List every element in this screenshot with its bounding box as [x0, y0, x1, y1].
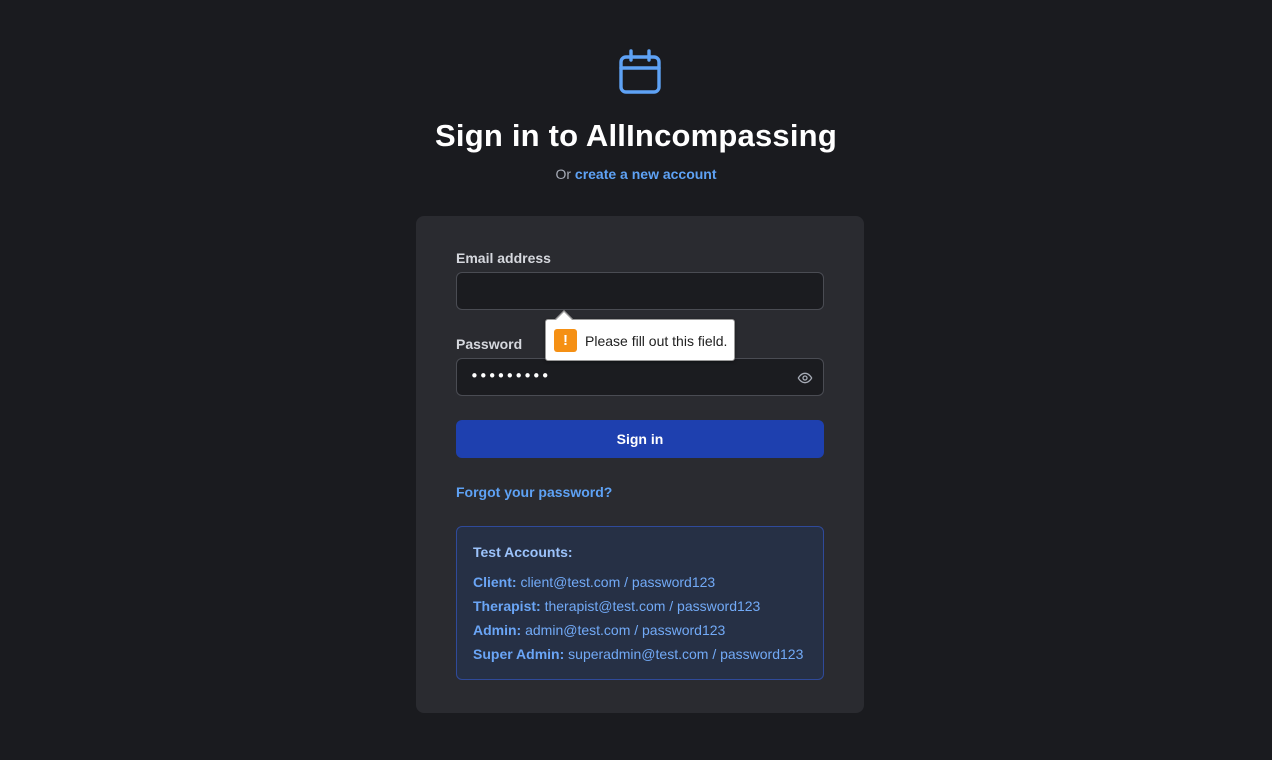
email-label: Email address: [456, 250, 551, 266]
warning-icon: !: [554, 329, 577, 352]
tooltip-arrow: [556, 312, 572, 320]
page-title: Sign in to AllIncompassing: [435, 118, 837, 153]
test-account-row: Admin: admin@test.com / password123: [473, 618, 807, 642]
eye-icon[interactable]: [797, 370, 813, 386]
signup-prompt-prefix: Or: [555, 166, 572, 182]
validation-message: Please fill out this field.: [585, 333, 728, 349]
validation-tooltip: ! Please fill out this field.: [545, 310, 735, 361]
test-account-row: Client: client@test.com / password123: [473, 570, 807, 594]
test-accounts-title: Test Accounts:: [473, 544, 573, 560]
signin-button[interactable]: Sign in: [456, 420, 824, 458]
signin-card: Email address Password ••••••••• Sign in…: [416, 216, 864, 713]
test-account-role: Client:: [473, 574, 517, 590]
email-field[interactable]: [456, 272, 824, 310]
password-masked-value: •••••••••: [470, 367, 550, 385]
test-accounts-box: Test Accounts: Client: client@test.com /…: [456, 526, 824, 680]
test-account-row: Therapist: therapist@test.com / password…: [473, 594, 807, 618]
test-account-creds: client@test.com / password123: [520, 574, 716, 590]
test-account-creds: superadmin@test.com / password123: [568, 646, 804, 662]
test-account-creds: admin@test.com / password123: [525, 622, 726, 638]
password-field[interactable]: •••••••••: [456, 358, 824, 396]
test-account-role: Therapist:: [473, 598, 541, 614]
test-account-row: Super Admin: superadmin@test.com / passw…: [473, 642, 807, 666]
calendar-icon: [618, 49, 662, 95]
signup-prompt: Or create a new account: [0, 166, 1272, 182]
forgot-password-link[interactable]: Forgot your password?: [456, 484, 612, 500]
create-account-link[interactable]: create a new account: [575, 166, 717, 182]
test-account-creds: therapist@test.com / password123: [544, 598, 761, 614]
password-label: Password: [456, 336, 523, 352]
signin-page: Sign in to AllIncompassing Or create a n…: [0, 0, 1272, 760]
test-account-role: Super Admin:: [473, 646, 565, 662]
test-account-role: Admin:: [473, 622, 522, 638]
